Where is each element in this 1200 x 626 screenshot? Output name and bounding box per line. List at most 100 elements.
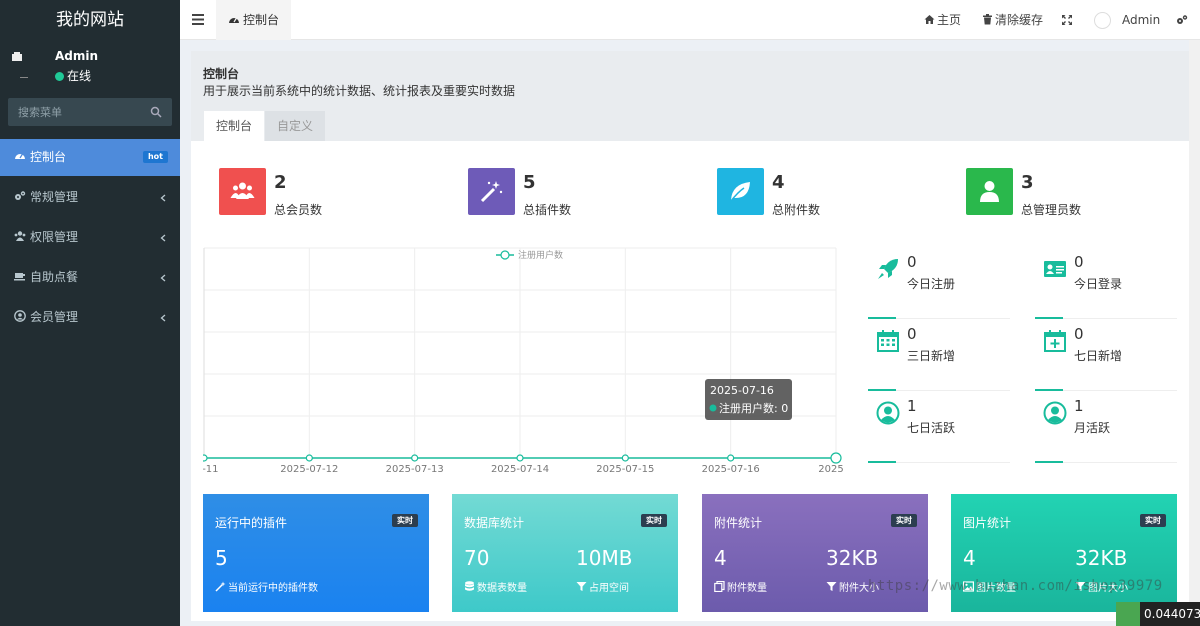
files-icon: [714, 581, 725, 592]
sidebar-item-members[interactable]: 会员管理: [0, 299, 180, 336]
registration-line-chart[interactable]: 07-11 2025-07-12 2025-07-13 2025-07-14 2025-…: [203, 247, 843, 477]
legend-label: 注册用户数: [518, 249, 563, 261]
user-avatar[interactable]: [1094, 12, 1111, 29]
card-subtitle-text: 当前运行中的插件数: [228, 583, 318, 594]
stat-value: 2: [274, 172, 287, 193]
card-attachment-stats: 附件统计 实时 4 附件数量 32KB 附件大小: [702, 494, 928, 612]
timer-text: 0.044073s: [1144, 607, 1200, 621]
sidebar-menu: 控制台 hot 常规管理 权限管理 自助点餐 会员管理: [0, 139, 180, 339]
database-icon: [465, 581, 474, 591]
sidebar-item-label: 会员管理: [30, 310, 79, 324]
legend-marker: [500, 250, 510, 260]
data-point: [411, 454, 419, 462]
dashboard-panel: 2 总会员数 5 总插件数 4 总附件数 3 总管理员数 07-11 2025-0…: [191, 141, 1189, 621]
fullscreen-icon[interactable]: [1061, 14, 1073, 26]
menu-search-input[interactable]: [8, 98, 138, 126]
mini-stat-value: 1: [907, 397, 917, 415]
content: 控制台 用于展示当前系统中的统计数据、统计报表及重要实时数据 控制台 自定义 2…: [190, 50, 1190, 621]
magic-icon: [215, 581, 226, 592]
stat-label: 总管理员数: [1021, 203, 1082, 217]
x-tick-label: 2025-07-12: [280, 464, 338, 475]
tab-custom[interactable]: 自定义: [265, 111, 326, 142]
card-title: 数据库统计: [464, 516, 525, 530]
mini-stat-label: 今日登录: [1074, 277, 1123, 291]
sidebar-item-label: 权限管理: [30, 230, 79, 244]
page-title: 控制台: [203, 67, 240, 81]
site-logo[interactable]: 我的网站: [0, 0, 180, 40]
magic-icon: [480, 181, 503, 203]
card-value-2: 10MB: [576, 546, 633, 570]
card-value: 4: [714, 546, 727, 570]
mini-stat-bar: [868, 389, 896, 391]
stat-value: 3: [1021, 172, 1034, 193]
sidebar-item-ordering[interactable]: 自助点餐: [0, 259, 180, 296]
home-link[interactable]: 主页: [924, 0, 961, 40]
sidebar-item-label: 控制台: [30, 150, 67, 164]
user-circle-icon: [1043, 401, 1067, 425]
mini-stat-bar: [868, 461, 896, 463]
page-header: 控制台 用于展示当前系统中的统计数据、统计报表及重要实时数据 控制台 自定义: [191, 51, 1189, 142]
mini-stat-today-login: 0 今日登录: [1035, 251, 1177, 319]
user-circle-icon: [876, 401, 900, 425]
online-dot-icon: [55, 72, 64, 81]
stat-label: 总插件数: [523, 203, 572, 217]
clear-cache-button[interactable]: 清除缓存: [982, 0, 1043, 40]
tooltip-value: 注册用户数: 0: [719, 401, 788, 415]
coffee-icon: [14, 273, 25, 281]
calendar-plus-icon: [1044, 330, 1066, 352]
realtime-badge: 实时: [392, 514, 418, 527]
chevron-left-icon: [160, 194, 166, 202]
mini-stat-bar: [1035, 317, 1063, 319]
calendar-icon: [877, 330, 899, 352]
mini-stat-monthly-active: 1 月活跃: [1035, 395, 1177, 463]
mini-stat-value: 0: [1074, 253, 1084, 271]
user-icon: [980, 181, 999, 202]
card-value-2: 32KB: [826, 546, 879, 570]
sidebar-item-label: 自助点餐: [30, 270, 79, 284]
x-tick-label: 07-11: [203, 464, 219, 475]
sidebar-item-permission[interactable]: 权限管理: [0, 219, 180, 256]
timer-logo-icon: [1116, 602, 1140, 626]
data-point: [516, 454, 524, 462]
realtime-badge: 实时: [1140, 514, 1166, 527]
mini-stat-seven-day-active: 1 七日活跃: [868, 395, 1010, 463]
x-tick-label: 2025-07-16: [702, 464, 760, 475]
sidebar-item-general[interactable]: 常规管理: [0, 179, 180, 216]
sidebar-item-dashboard[interactable]: 控制台 hot: [0, 139, 180, 176]
tab-dashboard-content[interactable]: 控制台: [204, 111, 265, 142]
user-menu-label: Admin: [1122, 13, 1161, 27]
data-point: [621, 454, 629, 462]
stat-value: 4: [772, 172, 785, 193]
mini-stat-label: 今日注册: [907, 277, 956, 291]
filter-icon: [826, 582, 837, 591]
cogs-icon[interactable]: [1176, 14, 1188, 26]
tab-dashboard[interactable]: 控制台: [216, 0, 292, 40]
data-point: [305, 454, 313, 462]
user-circle-icon: [14, 310, 26, 322]
user-menu[interactable]: Admin: [1122, 0, 1160, 40]
dashboard-icon: [15, 153, 25, 159]
chevron-left-icon: [160, 234, 166, 242]
mini-stat-label: 月活跃: [1074, 421, 1111, 435]
topbar: 控制台 主页 清除缓存 Admin: [180, 0, 1200, 40]
home-label: 主页: [937, 13, 962, 27]
page-timer: 0.044073s: [1116, 602, 1200, 626]
stat-icon-box: [468, 168, 515, 215]
card-title: 附件统计: [714, 516, 763, 530]
hamburger-icon[interactable]: [192, 14, 204, 25]
x-tick-label: 2025-0: [818, 464, 843, 475]
stat-icon-box: [219, 168, 266, 215]
card-subtitle: 当前运行中的插件数: [215, 579, 318, 594]
page-scrollbar[interactable]: [1189, 40, 1200, 626]
users-icon: [230, 182, 255, 199]
avatar-icon: [12, 52, 22, 61]
mini-stat-bar: [868, 317, 896, 319]
user-name: Admin: [55, 49, 99, 63]
tab-dashboard-label: 控制台: [243, 13, 280, 27]
user-status-text: 在线: [67, 69, 92, 83]
search-icon[interactable]: [150, 106, 162, 118]
tooltip-date: 2025-07-16: [710, 384, 774, 397]
home-icon: [924, 15, 935, 24]
card-subtitle-text: 数据表数量: [477, 583, 527, 594]
watermark-text: https://www.huzhan.com/ishop39979: [868, 578, 1163, 594]
